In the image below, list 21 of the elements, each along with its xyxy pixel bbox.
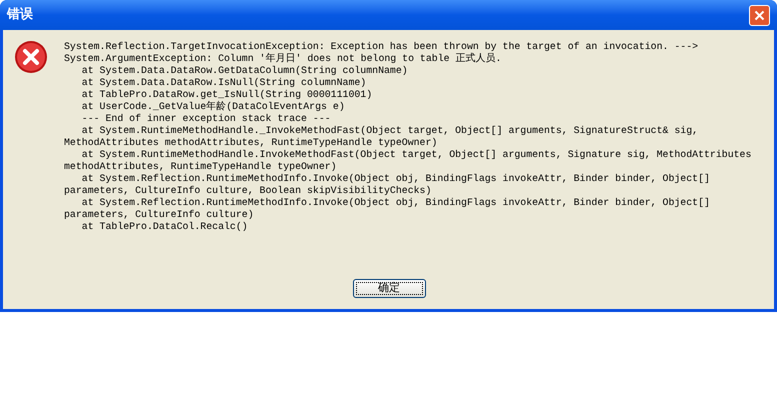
error-message-line: at System.RuntimeMethodHandle._InvokeMethodFast(Object target, Object[] arguments, SignatureStruct& sig, <box>80 125 700 137</box>
error-message-line: at System.Reflection.RuntimeMethodInfo.Invoke(Object obj, BindingFlags invokeAttr, Binder binder, Object[] <box>80 197 711 209</box>
error-message-line: at UserCode._GetValue年龄(DataColEventArgs e) <box>80 101 346 113</box>
error-message-line: parameters, CultureInfo culture) <box>64 209 255 221</box>
error-message-line: --- End of inner exception stack trace --- <box>80 113 332 125</box>
close-icon <box>754 10 765 20</box>
error-message-line: at System.Reflection.RuntimeMethodInfo.Invoke(Object obj, BindingFlags invokeAttr, Binder binder, Object[] <box>80 173 711 185</box>
error-message-line: at TablePro.DataRow.get_IsNull(String 0000111001) <box>80 89 374 100</box>
ok-button[interactable]: 确定 <box>352 279 426 298</box>
close-button[interactable] <box>749 4 770 26</box>
error-message-line: at System.Data.DataRow.IsNull(String columnName) <box>80 77 368 89</box>
error-message-line: at System.Data.DataRow.GetDataColumn(String columnName) <box>80 65 409 77</box>
error-message-line: System.Reflection.TargetInvocationException: Exception has been thrown by the target of an invocation. ---> <box>64 41 700 52</box>
error-message-line: parameters, CultureInfo culture, Boolean skipVisibilityChecks) <box>64 185 432 197</box>
error-message-line: at System.RuntimeMethodHandle.InvokeMethodFast(Object target, Object[] arguments, Signature sig, MethodAttributes <box>80 149 752 161</box>
error-message-line: MethodAttributes methodAttributes, RuntimeTypeHandle typeOwner) <box>64 137 438 149</box>
window-title: 错误 <box>7 6 33 24</box>
error-message-line: at TablePro.DataCol.Recalc() <box>80 221 249 233</box>
error-message-line: methodAttributes, RuntimeTypeHandle typeOwner) <box>64 161 338 173</box>
error-message-line: System.ArgumentException: Column '年月日' does not belong to table 正式人员. <box>64 53 502 65</box>
error-icon <box>14 40 48 74</box>
